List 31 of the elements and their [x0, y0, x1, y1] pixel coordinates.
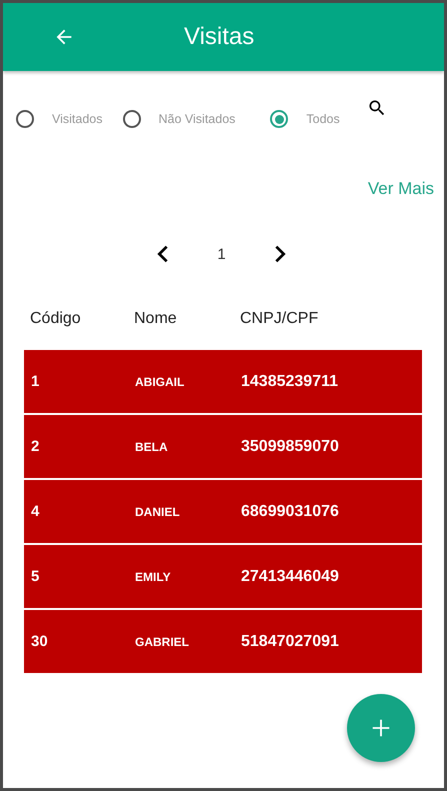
- radio-button[interactable]: [16, 110, 34, 128]
- table-row[interactable]: 4 DANIEL 68699031076: [24, 480, 422, 543]
- column-header: CNPJ/CPF: [240, 310, 318, 328]
- table-cell-text: GABRIEL: [135, 634, 190, 648]
- column-header: Código: [30, 310, 82, 328]
- table-cell-text: DANIEL: [135, 504, 181, 518]
- table-cell-text: 5: [31, 568, 40, 585]
- table-cell: 68699031076: [241, 502, 339, 520]
- table-cell-text: BELA: [135, 440, 169, 454]
- table-cell: 51847027091: [241, 632, 339, 650]
- table-cell: 35099859070: [241, 438, 339, 456]
- radio-button[interactable]: [122, 110, 140, 128]
- table-cell-text: 1: [31, 373, 40, 390]
- table-cell-text: 30: [31, 633, 49, 650]
- screen-title: Visitas: [184, 23, 254, 51]
- table-row[interactable]: 5 EMILY 27413446049: [24, 545, 422, 608]
- table-cell: 14385239711: [241, 372, 338, 390]
- page-number: 1: [217, 246, 226, 262]
- search-icon: [366, 98, 387, 118]
- table-row[interactable]: 2 BELA 35099859070: [24, 415, 422, 478]
- table-cell-text: ABIGAIL: [135, 374, 186, 388]
- table-cell-text: EMILY: [135, 570, 172, 584]
- column-header: Nome: [134, 310, 178, 328]
- table-row[interactable]: 1 ABIGAIL 14385239711: [24, 350, 422, 413]
- table-cell-text: 4: [31, 503, 40, 520]
- add-button[interactable]: [347, 694, 415, 762]
- radio-button[interactable]: [270, 110, 288, 128]
- table-cell: 27413446049: [241, 568, 339, 586]
- table-cell-text: 2: [31, 438, 40, 455]
- table-row[interactable]: 30 GABRIEL 51847027091: [24, 610, 422, 673]
- plus-icon: [370, 717, 392, 739]
